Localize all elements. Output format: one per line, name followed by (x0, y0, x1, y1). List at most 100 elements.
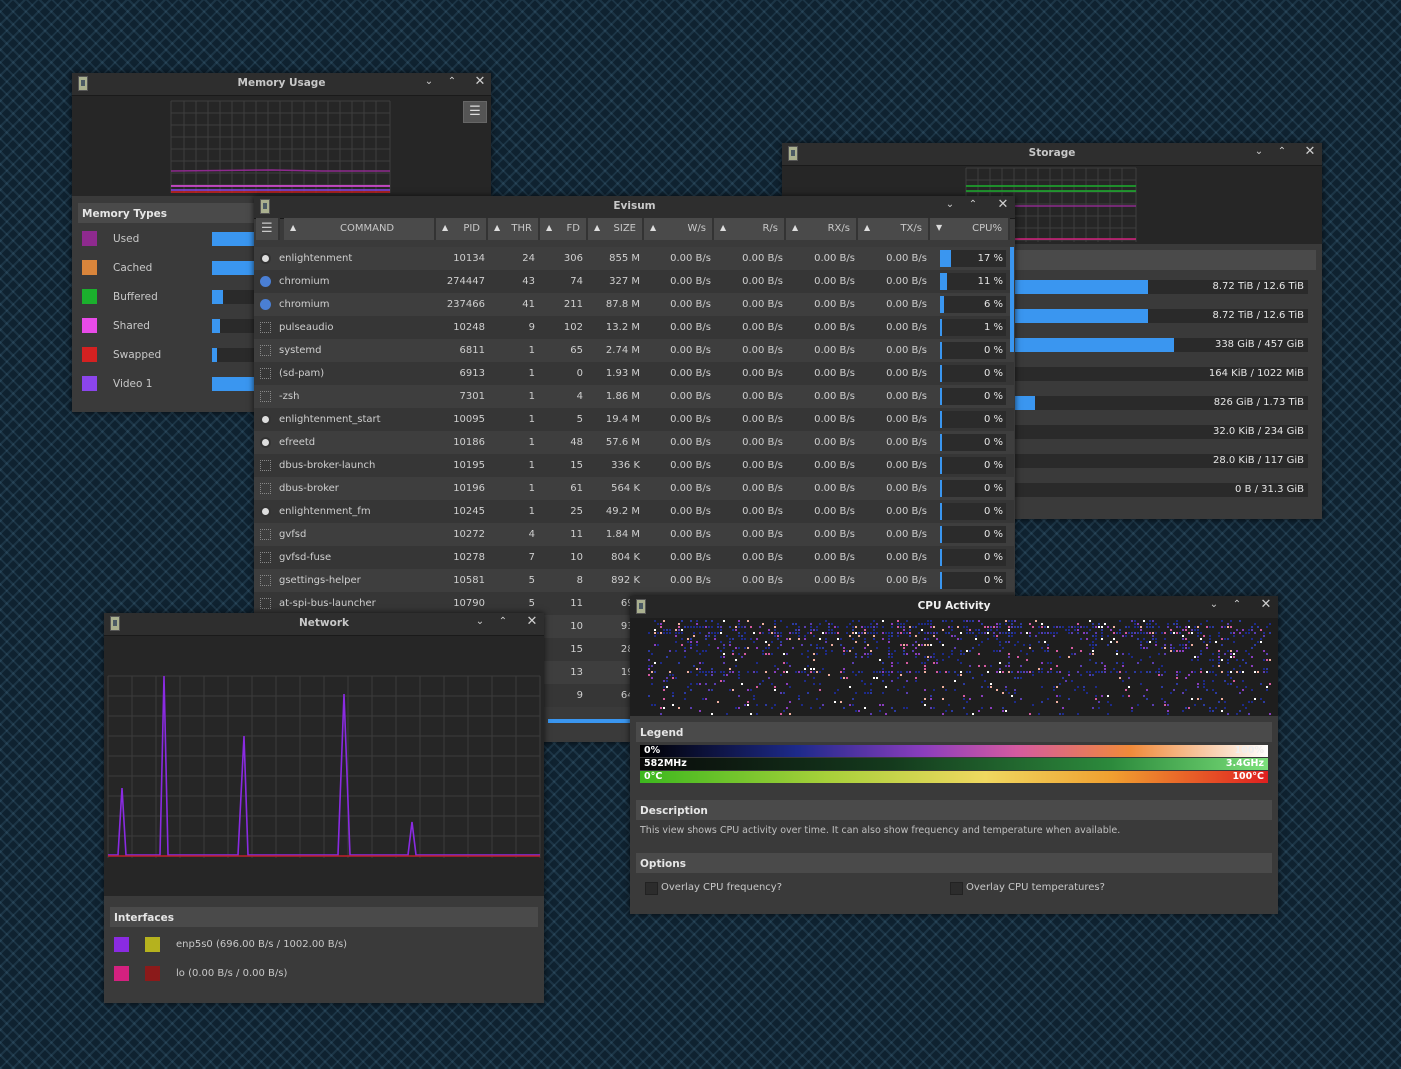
horizontal-scrollbar[interactable] (548, 719, 630, 723)
cpu-activity-cell (1110, 629, 1112, 631)
cpu-activity-cell (891, 626, 893, 628)
close-icon[interactable]: ✕ (996, 197, 1010, 213)
close-icon[interactable]: ✕ (473, 74, 487, 90)
cpu-activity-cell (831, 644, 833, 646)
cpu-activity-cell (1098, 701, 1100, 703)
close-icon[interactable]: ✕ (525, 614, 539, 630)
cpu-usage-text: 0 % (983, 414, 1003, 425)
column-header-thr[interactable]: ▲ THR (488, 218, 540, 240)
cpu-activity-cell (798, 635, 800, 637)
cpu-activity-cell (648, 650, 650, 652)
process-row[interactable]: chromium 274447 43 74 327 M 0.00 B/s 0.00 B/s 0… (254, 270, 1014, 293)
maximize-icon[interactable]: ⌃ (966, 199, 980, 215)
column-header-pid[interactable]: ▲ PID (436, 218, 488, 240)
column-header-rs[interactable]: ▲ R/s (714, 218, 786, 240)
column-header-cpu[interactable]: ▼ CPU% (930, 218, 1010, 240)
column-header-fd[interactable]: ▲ FD (540, 218, 588, 240)
column-header-label: CPU% (972, 223, 1002, 234)
cpu-activity-cell (981, 641, 983, 643)
process-row[interactable]: enlightenment_fm 10245 1 25 49.2 M 0.00 B/s 0.… (254, 500, 1014, 523)
process-row[interactable]: enlightenment 10134 24 306 855 M 0.00 B/s 0.00… (254, 247, 1014, 270)
overlay-frequency-checkbox[interactable] (645, 882, 658, 895)
process-row[interactable]: (sd-pam) 6913 1 0 1.93 M 0.00 B/s 0.00 B/s 0.00… (254, 362, 1014, 385)
close-icon[interactable]: ✕ (1259, 597, 1273, 613)
process-row[interactable]: efreetd 10186 1 48 57.6 M 0.00 B/s 0.00 B/s 0.0… (254, 431, 1014, 454)
cpu-activity-cell (1056, 671, 1058, 673)
maximize-icon[interactable]: ⌃ (445, 76, 459, 92)
cpu-activity-cell (666, 632, 668, 634)
cpu-activity-cell (1158, 668, 1160, 670)
cpu-activity-cell (1230, 653, 1232, 655)
column-header-command[interactable]: ▲ COMMAND (284, 218, 436, 240)
minimize-icon[interactable]: ⌄ (943, 199, 957, 215)
legend-box: 0% 100% 582MHz 3.4GHz 0°C 100°C (636, 742, 1272, 788)
process-row[interactable]: gvfsd 10272 4 11 1.84 M 0.00 B/s 0.00 B/s 0.00 … (254, 523, 1014, 546)
process-tx: 0.00 B/s (886, 529, 927, 540)
cpu-activity-cell (1257, 671, 1259, 673)
memory-titlebar[interactable]: Memory Usage ⌄ ⌃ ✕ (72, 73, 491, 96)
storage-titlebar[interactable]: Storage ⌄ ⌃ ✕ (782, 143, 1322, 166)
cpu-activity-cell (1176, 674, 1178, 676)
process-rs: 0.00 B/s (742, 460, 783, 471)
menu-button[interactable]: ☰ (463, 101, 487, 123)
maximize-icon[interactable]: ⌃ (1230, 599, 1244, 615)
cpu-activity-cell (756, 638, 758, 640)
cpu-activity-cell (798, 632, 800, 634)
cpu-activity-cell (816, 644, 818, 646)
cpu-activity-cell (999, 644, 1001, 646)
cpu-activity-cell (675, 632, 677, 634)
process-row[interactable]: chromium 237466 41 211 87.8 M 0.00 B/s 0.00 B/… (254, 293, 1014, 316)
cpu-activity-cell (843, 707, 845, 709)
cpu-activity-cell (876, 626, 878, 628)
column-header-size[interactable]: ▲ SIZE (588, 218, 644, 240)
cpu-activity-cell (1056, 686, 1058, 688)
process-row[interactable]: enlightenment_start 10095 1 5 19.4 M 0.00 B/s… (254, 408, 1014, 431)
process-row[interactable]: pulseaudio 10248 9 102 13.2 M 0.00 B/s 0.00 B/… (254, 316, 1014, 339)
cpu-activity-cell (1188, 632, 1190, 634)
cpu-activity-cell (690, 641, 692, 643)
network-titlebar[interactable]: Network ⌄ ⌃ ✕ (104, 613, 544, 636)
maximize-icon[interactable]: ⌃ (496, 616, 510, 632)
cpu-activity-cell (648, 632, 650, 634)
process-row[interactable]: gvfsd-fuse 10278 7 10 804 K 0.00 B/s 0.00 B/s 0… (254, 546, 1014, 569)
process-fd: 10 (570, 552, 583, 563)
cpu-activity-cell (1236, 671, 1238, 673)
evisum-titlebar[interactable]: Evisum ⌄ ⌃ ✕ (254, 196, 1015, 219)
column-header-txs[interactable]: ▲ TX/s (858, 218, 930, 240)
sort-asc-icon: ▲ (792, 223, 799, 232)
close-icon[interactable]: ✕ (1303, 144, 1317, 160)
process-row[interactable]: gsettings-helper 10581 5 8 892 K 0.00 B/s 0.00… (254, 569, 1014, 592)
minimize-icon[interactable]: ⌄ (1207, 599, 1221, 615)
cpu-activity-cell (1239, 710, 1241, 712)
process-row[interactable]: -zsh 7301 1 4 1.86 M 0.00 B/s 0.00 B/s 0.00 B/s… (254, 385, 1014, 408)
cpu-activity-cell (780, 620, 782, 622)
process-row[interactable]: systemd 6811 1 65 2.74 M 0.00 B/s 0.00 B/s 0.00… (254, 339, 1014, 362)
cpu-activity-cell (972, 713, 974, 715)
cpu-activity-cell (768, 644, 770, 646)
cpu-activity-cell (1116, 641, 1118, 643)
vertical-scrollbar[interactable] (1010, 247, 1014, 352)
process-command: enlightenment (279, 253, 353, 264)
cpu-activity-cell (1131, 710, 1133, 712)
process-menu-button[interactable]: ☰ (256, 218, 280, 240)
minimize-icon[interactable]: ⌄ (422, 76, 436, 92)
process-tx: 0.00 B/s (886, 575, 927, 586)
cpu-activity-cell (852, 704, 854, 706)
cpu-activity-cell (942, 644, 944, 646)
minimize-icon[interactable]: ⌄ (1252, 146, 1266, 162)
cpu-activity-cell (1227, 683, 1229, 685)
cpu-activity-cell (1149, 626, 1151, 628)
cpu-titlebar[interactable]: CPU Activity ⌄ ⌃ ✕ (630, 596, 1278, 619)
cpu-activity-cell (870, 623, 872, 625)
cpu-activity-cell (876, 641, 878, 643)
column-header-rxs[interactable]: ▲ RX/s (786, 218, 858, 240)
column-header-ws[interactable]: ▲ W/s (644, 218, 714, 240)
process-row[interactable]: dbus-broker 10196 1 61 564 K 0.00 B/s 0.00 B/s… (254, 477, 1014, 500)
storage-usage-text: 28.0 KiB / 117 GiB (1212, 455, 1304, 466)
process-row[interactable]: dbus-broker-launch 10195 1 15 336 K 0.00 B/s 0… (254, 454, 1014, 477)
cpu-activity-cell (840, 677, 842, 679)
minimize-icon[interactable]: ⌄ (473, 616, 487, 632)
cpu-activity-cell (1014, 632, 1016, 634)
maximize-icon[interactable]: ⌃ (1275, 146, 1289, 162)
overlay-temperature-checkbox[interactable] (950, 882, 963, 895)
